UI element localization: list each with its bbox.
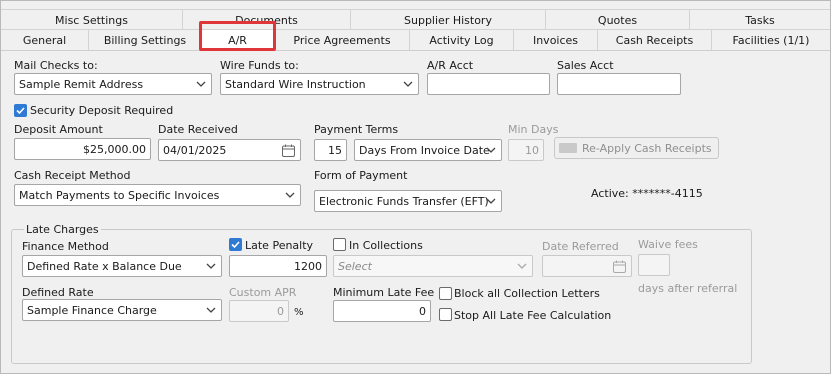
mail-checks-select[interactable]: Sample Remit Address xyxy=(14,73,212,95)
waive-fees-label: Waive fees xyxy=(638,238,698,251)
date-referred-input xyxy=(542,255,632,277)
chevron-down-icon xyxy=(206,305,216,315)
mail-checks-label: Mail Checks to: xyxy=(14,59,98,72)
tab-quotes[interactable]: Quotes xyxy=(545,9,689,30)
tab-tasks[interactable]: Tasks xyxy=(689,9,830,30)
finance-method-select[interactable]: Defined Rate x Balance Due xyxy=(22,255,222,277)
tab-facilities[interactable]: Facilities (1/1) xyxy=(711,29,830,50)
collections-select: Select xyxy=(333,255,533,277)
reapply-cash-receipts-label: Re-Apply Cash Receipts xyxy=(582,141,712,155)
deposit-amount-input[interactable]: $25,000.00 xyxy=(14,138,151,160)
tab-misc-settings[interactable]: Misc Settings xyxy=(1,9,182,30)
defined-rate-select[interactable]: Sample Finance Charge xyxy=(22,299,222,321)
chevron-down-icon xyxy=(285,190,295,200)
chevron-down-icon xyxy=(486,196,496,206)
minimum-late-fee-value: 0 xyxy=(419,304,426,318)
ar-acct-label: A/R Acct xyxy=(427,59,474,72)
sales-acct-label: Sales Acct xyxy=(557,59,614,72)
stop-late-fee-checkbox[interactable] xyxy=(439,308,452,321)
in-collections-checkbox[interactable] xyxy=(333,238,346,251)
late-charges-group: Late Charges Finance Method Defined Rate… xyxy=(11,223,752,364)
finance-method-value: Defined Rate x Balance Due xyxy=(27,259,182,273)
date-received-label: Date Received xyxy=(158,123,238,136)
cash-receipt-method-label: Cash Receipt Method xyxy=(14,169,131,182)
date-referred-label: Date Referred xyxy=(542,240,619,253)
tab-billing-settings[interactable]: Billing Settings xyxy=(88,29,201,50)
chevron-down-icon xyxy=(517,261,527,271)
deposit-amount-value: $25,000.00 xyxy=(83,142,146,156)
ar-panel: Mail Checks to: Sample Remit Address Wir… xyxy=(1,51,830,373)
defined-rate-value: Sample Finance Charge xyxy=(27,303,157,317)
tab-invoices[interactable]: Invoices xyxy=(513,29,597,50)
checkmark-icon xyxy=(16,107,25,115)
payment-terms-label: Payment Terms xyxy=(314,123,399,136)
chevron-down-icon xyxy=(196,79,206,89)
wire-funds-value: Standard Wire Instruction xyxy=(225,77,366,91)
waive-fees-input xyxy=(638,254,670,276)
finance-method-label: Finance Method xyxy=(22,240,109,253)
defined-rate-label: Defined Rate xyxy=(22,286,94,299)
deposit-amount-label: Deposit Amount xyxy=(14,123,103,136)
security-deposit-label: Security Deposit Required xyxy=(30,104,174,117)
late-penalty-input[interactable]: 1200 xyxy=(229,255,327,277)
active-account-text: Active: *******-4115 xyxy=(591,187,703,200)
block-collection-letters-label: Block all Collection Letters xyxy=(454,287,600,300)
chevron-down-icon xyxy=(486,145,496,155)
days-after-referral-label: days after referral xyxy=(638,282,738,295)
ar-settings-window: Misc Settings Documents Supplier History… xyxy=(0,0,831,374)
tab-activity-log[interactable]: Activity Log xyxy=(409,29,513,50)
minimum-late-fee-label: Minimum Late Fee xyxy=(333,286,435,299)
date-received-input[interactable]: 04/01/2025 xyxy=(158,139,301,161)
cash-receipt-method-value: Match Payments to Specific Invoices xyxy=(19,188,220,202)
tab-row-bottom: General Billing Settings A/R Price Agree… xyxy=(1,29,830,50)
date-received-value: 04/01/2025 xyxy=(163,143,227,157)
form-of-payment-value: Electronic Funds Transfer (EFT) xyxy=(319,194,489,208)
checkmark-icon xyxy=(231,241,240,249)
tab-documents[interactable]: Documents xyxy=(182,9,350,30)
calendar-icon[interactable] xyxy=(281,143,296,158)
custom-apr-input: 0 xyxy=(229,300,289,322)
sales-acct-input[interactable] xyxy=(557,73,681,95)
mail-checks-value: Sample Remit Address xyxy=(19,77,144,91)
payment-terms-select[interactable]: Days From Invoice Date xyxy=(354,139,502,161)
collections-select-placeholder: Select xyxy=(338,259,372,273)
minimum-late-fee-input[interactable]: 0 xyxy=(333,300,431,322)
wire-funds-label: Wire Funds to: xyxy=(220,59,299,72)
custom-apr-unit: % xyxy=(294,307,304,318)
tab-ar[interactable]: A/R xyxy=(201,29,274,50)
calendar-icon xyxy=(612,259,627,274)
cash-icon xyxy=(559,143,577,153)
in-collections-label: In Collections xyxy=(349,239,423,252)
custom-apr-label: Custom APR xyxy=(229,286,297,299)
late-penalty-value: 1200 xyxy=(294,259,322,273)
late-penalty-checkbox[interactable] xyxy=(229,238,242,251)
min-days-label: Min Days xyxy=(508,123,559,136)
chevron-down-icon xyxy=(403,79,413,89)
chevron-down-icon xyxy=(206,261,216,271)
security-deposit-checkbox[interactable] xyxy=(14,104,27,117)
tab-general[interactable]: General xyxy=(1,29,88,50)
cash-receipt-method-select[interactable]: Match Payments to Specific Invoices xyxy=(14,184,301,206)
block-collection-letters-checkbox[interactable] xyxy=(439,287,452,300)
payment-terms-days-input[interactable]: 15 xyxy=(314,139,347,161)
min-days-input: 10 xyxy=(508,139,544,161)
wire-funds-select[interactable]: Standard Wire Instruction xyxy=(220,73,419,95)
reapply-cash-receipts-button[interactable]: Re-Apply Cash Receipts xyxy=(554,137,719,159)
tab-price-agreements[interactable]: Price Agreements xyxy=(274,29,409,50)
late-charges-group-label: Late Charges xyxy=(24,223,101,236)
stop-late-fee-label: Stop All Late Fee Calculation xyxy=(454,309,612,322)
tab-cash-receipts[interactable]: Cash Receipts xyxy=(597,29,711,50)
tab-supplier-history[interactable]: Supplier History xyxy=(350,9,545,30)
tab-row-top: Misc Settings Documents Supplier History… xyxy=(1,9,830,30)
custom-apr-value: 0 xyxy=(277,304,284,318)
form-of-payment-select[interactable]: Electronic Funds Transfer (EFT) xyxy=(314,190,502,212)
form-of-payment-label: Form of Payment xyxy=(314,169,408,182)
min-days-value: 10 xyxy=(525,143,539,157)
ar-acct-input[interactable] xyxy=(427,73,550,95)
payment-terms-value: Days From Invoice Date xyxy=(359,143,490,157)
payment-terms-days-value: 15 xyxy=(328,143,342,157)
late-penalty-label: Late Penalty xyxy=(245,239,314,252)
